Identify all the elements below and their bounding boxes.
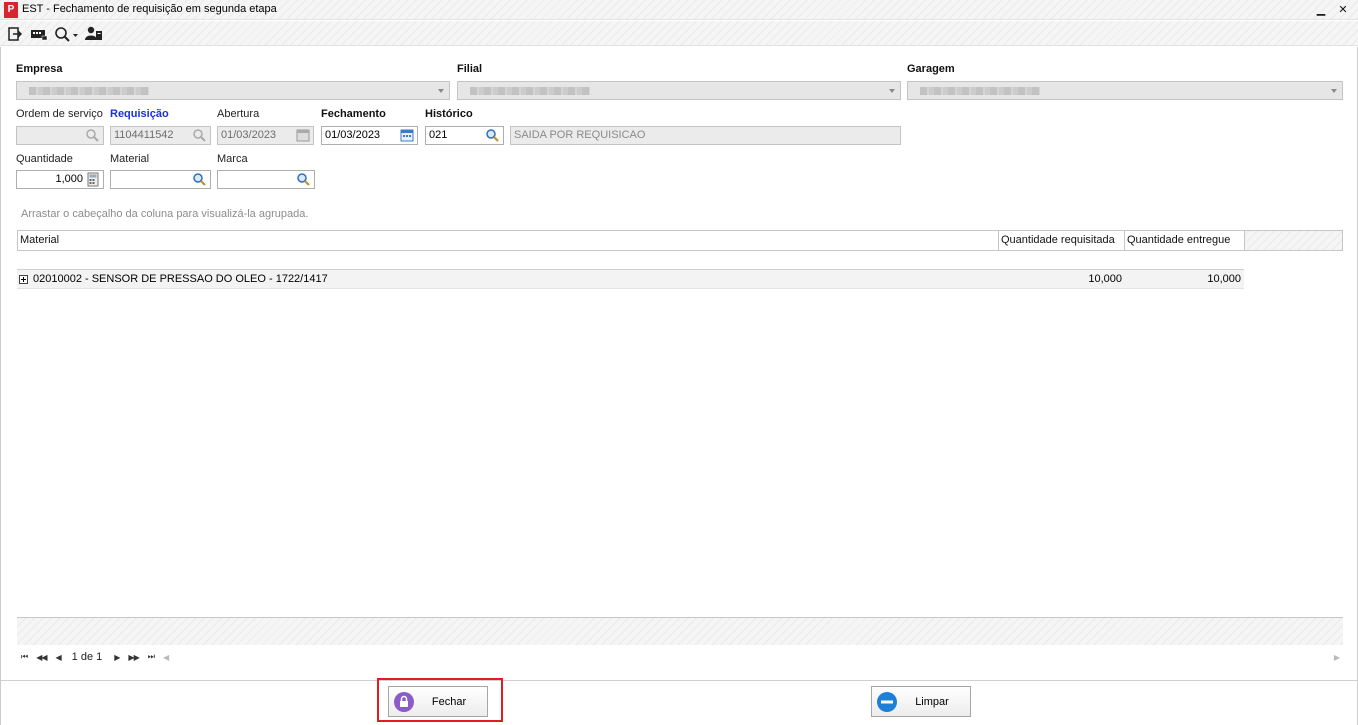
fechar-highlight-box bbox=[377, 678, 503, 722]
historico-label: Histórico bbox=[425, 108, 473, 120]
grid-footer bbox=[17, 617, 1343, 645]
toolbar bbox=[0, 21, 1358, 46]
search-icon[interactable] bbox=[192, 172, 208, 187]
first-page-icon[interactable]: ⏮ bbox=[21, 652, 28, 662]
ordem-servico-field bbox=[16, 126, 104, 145]
title-bar: P EST - Fechamento de requisição em segu… bbox=[0, 0, 1358, 20]
chevron-down-icon bbox=[1331, 89, 1337, 93]
column-header-quantidade-requisitada[interactable]: Quantidade requisitada bbox=[999, 231, 1125, 250]
row-quantidade-entregue: 10,000 bbox=[1207, 273, 1241, 285]
quantidade-field[interactable]: 1,000 bbox=[16, 170, 104, 189]
chevron-down-icon bbox=[889, 89, 895, 93]
historico-description-field: SAIDA POR REQUISICAO bbox=[510, 126, 901, 145]
abertura-field: 01/03/2023 bbox=[217, 126, 314, 145]
historico-code-field[interactable]: 021 bbox=[425, 126, 504, 145]
requisicao-field: 1104411542 bbox=[110, 126, 211, 145]
search-icon[interactable] bbox=[296, 172, 312, 187]
empresa-label: Empresa bbox=[16, 63, 63, 75]
ordem-servico-label: Ordem de serviço bbox=[16, 108, 103, 120]
garagem-label: Garagem bbox=[907, 63, 955, 75]
previous-page-group-icon[interactable]: ◀◀ bbox=[36, 653, 47, 662]
close-button[interactable]: ✕ bbox=[1334, 1, 1352, 19]
search-dropdown-icon[interactable] bbox=[54, 25, 80, 42]
abertura-value: 01/03/2023 bbox=[221, 129, 277, 141]
keyboard-icon[interactable] bbox=[30, 25, 48, 42]
pager-status: 1 de 1 bbox=[71, 651, 103, 663]
last-page-icon[interactable]: ⏭ bbox=[148, 652, 155, 662]
material-field[interactable] bbox=[110, 170, 211, 189]
group-by-hint: Arrastar o cabeçalho da coluna para visu… bbox=[21, 208, 309, 220]
requisicao-label: Requisição bbox=[110, 108, 169, 120]
window-title: EST - Fechamento de requisição em segund… bbox=[22, 3, 277, 15]
search-icon bbox=[193, 129, 206, 142]
table-row[interactable]: 02010002 - SENSOR DE PRESSAO DO OLEO - 1… bbox=[17, 269, 1244, 289]
exit-icon[interactable] bbox=[8, 25, 22, 42]
grid-header: Material Quantidade requisitada Quantida… bbox=[17, 230, 1343, 251]
filial-value-redacted bbox=[470, 87, 590, 95]
expand-row-icon[interactable] bbox=[19, 275, 28, 284]
fechamento-field[interactable]: 01/03/2023 bbox=[321, 126, 418, 145]
historico-code-value: 021 bbox=[429, 129, 448, 141]
minus-circle-icon bbox=[877, 692, 897, 712]
minimize-button[interactable]: ▁ bbox=[1312, 1, 1330, 19]
quantidade-label: Quantidade bbox=[16, 153, 73, 165]
empresa-value-redacted bbox=[29, 87, 149, 95]
fechamento-value: 01/03/2023 bbox=[325, 129, 381, 141]
marca-label: Marca bbox=[217, 153, 248, 165]
row-material: 02010002 - SENSOR DE PRESSAO DO OLEO - 1… bbox=[33, 273, 328, 285]
requisicao-value: 1104411542 bbox=[114, 129, 174, 141]
column-header-material[interactable]: Material bbox=[18, 231, 999, 250]
filial-label: Filial bbox=[457, 63, 483, 75]
fechamento-label: Fechamento bbox=[321, 108, 386, 120]
next-page-group-icon[interactable]: ▶▶ bbox=[128, 653, 139, 662]
calendar-icon bbox=[296, 129, 310, 142]
search-icon[interactable] bbox=[485, 128, 501, 143]
quantidade-value: 1,000 bbox=[55, 173, 83, 185]
calendar-icon[interactable] bbox=[399, 128, 415, 143]
garagem-value-redacted bbox=[920, 87, 1040, 95]
garagem-select[interactable] bbox=[907, 81, 1343, 100]
scroll-right-icon[interactable]: ▶ bbox=[1334, 653, 1340, 662]
row-quantidade-requisitada: 10,000 bbox=[1088, 273, 1122, 285]
grid-pager: ⏮ ◀◀ ◀ 1 de 1 ▶ ▶▶ ⏭ ◀ ▶ bbox=[17, 645, 1343, 669]
marca-field[interactable] bbox=[217, 170, 315, 189]
bottom-bar bbox=[0, 680, 1358, 725]
chevron-down-icon bbox=[438, 89, 444, 93]
column-header-quantidade-entregue[interactable]: Quantidade entregue bbox=[1125, 231, 1245, 250]
search-icon bbox=[86, 129, 99, 142]
form-panel: Empresa Filial Garagem Ordem de serviço … bbox=[0, 47, 1358, 680]
limpar-button[interactable]: Limpar bbox=[871, 686, 971, 717]
material-label: Material bbox=[110, 153, 150, 165]
empresa-select[interactable] bbox=[16, 81, 450, 100]
calculator-icon[interactable] bbox=[85, 172, 101, 187]
abertura-label: Abertura bbox=[217, 108, 260, 120]
app-icon: P bbox=[4, 2, 18, 18]
next-page-icon[interactable]: ▶ bbox=[114, 653, 120, 662]
previous-page-icon[interactable]: ◀ bbox=[56, 653, 62, 662]
filial-select[interactable] bbox=[457, 81, 901, 100]
user-icon[interactable] bbox=[85, 25, 103, 42]
scroll-left-icon[interactable]: ◀ bbox=[163, 653, 169, 662]
